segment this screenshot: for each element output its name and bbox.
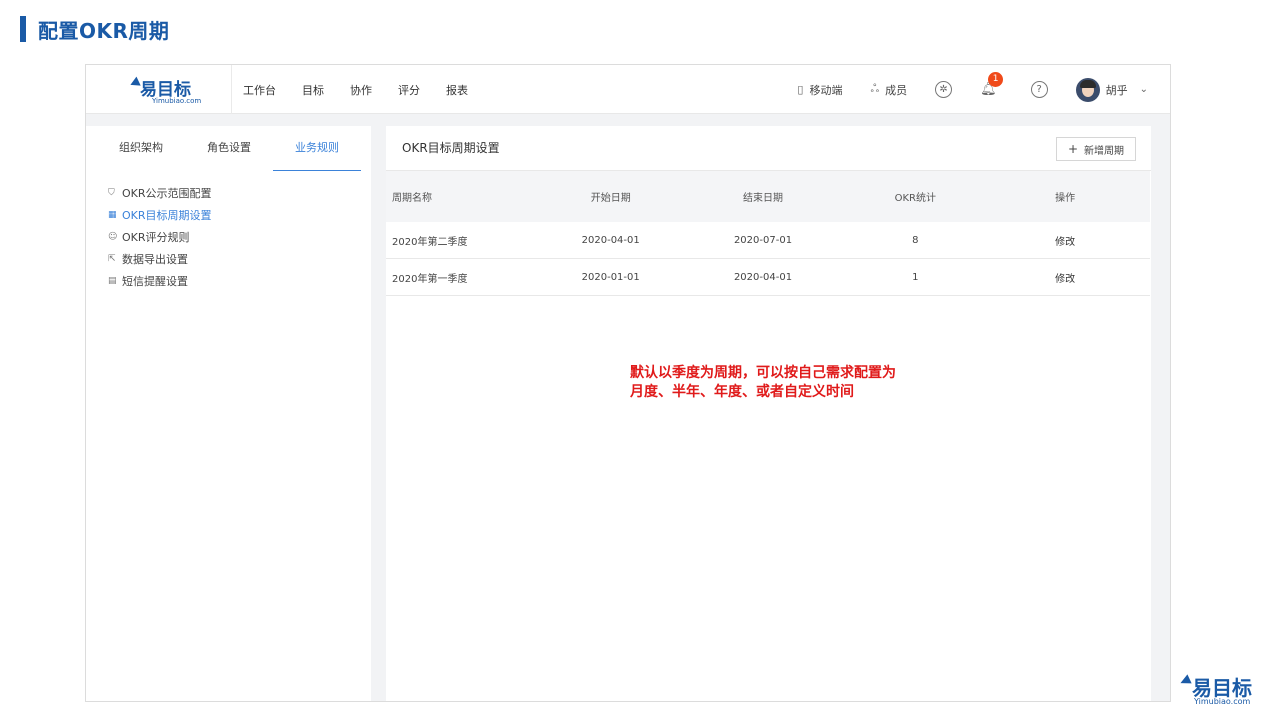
menu-item-label: 数据导出设置 — [122, 253, 188, 266]
logo-arrow-icon — [1178, 674, 1192, 688]
edit-link[interactable]: 修改 — [980, 233, 1150, 248]
slide-title-text: 配置OKR周期 — [38, 18, 170, 43]
shield-icon: ⛉ — [108, 188, 115, 198]
menu-item-okr-cycle[interactable]: ▦ OKR目标周期设置 — [108, 204, 212, 226]
nav-divider — [231, 65, 232, 114]
main-nav: 工作台 目标 协作 评分 报表 — [243, 65, 494, 114]
okr-count: 1 — [912, 271, 919, 283]
table-row: 2020年第一季度 2020-01-01 2020-04-01 1 修改 — [386, 259, 1150, 296]
help-icon: ? — [1030, 81, 1048, 98]
settings-tabs: 组织架构 角色设置 业务规则 — [86, 126, 371, 171]
tab-role-settings[interactable]: 角色设置 — [196, 126, 262, 171]
tab-business-rules[interactable]: 业务规则 — [273, 126, 361, 171]
panel-title: OKR目标周期设置 — [402, 141, 500, 155]
app-screenshot-frame: 易目标 Yimubiao.com 工作台 目标 协作 评分 报表 ▯ 移动端 ஃ… — [85, 64, 1171, 702]
menu-item-label: OKR评分规则 — [122, 231, 190, 244]
chevron-down-icon: ⌄ — [1139, 84, 1148, 95]
annotation-note: 默认以季度为周期，可以按自己需求配置为 月度、半年、年度、或者自定义时间 — [630, 364, 896, 402]
cycle-name: 2020年第一季度 — [392, 273, 468, 285]
logo-arrow-icon — [128, 76, 141, 90]
mobile-phone-icon: ▯ — [797, 83, 804, 96]
corner-logo: 易目标 Yimubiao.com — [1178, 672, 1270, 708]
aperture-icon: ✲ — [935, 81, 953, 98]
table-header: 周期名称 开始日期 结束日期 OKR统计 操作 — [386, 171, 1150, 222]
panel-header: OKR目标周期设置 + 新增周期 — [386, 126, 1151, 171]
plus-icon: + — [1067, 142, 1079, 156]
app-logo[interactable]: 易目标 Yimubiao.com — [128, 75, 220, 105]
nav-item-reports[interactable]: 报表 — [446, 82, 468, 98]
logo-en-text: Yimubiao.com — [152, 97, 202, 105]
nav-item-scoring[interactable]: 评分 — [398, 82, 420, 98]
menu-item-okr-visibility[interactable]: ⛉ OKR公示范围配置 — [108, 182, 212, 204]
mobile-link[interactable]: ▯ 移动端 — [797, 82, 842, 98]
table-row: 2020年第二季度 2020-04-01 2020-07-01 8 修改 — [386, 222, 1150, 259]
nav-item-collaboration[interactable]: 协作 — [350, 82, 372, 98]
column-header: 开始日期 — [590, 193, 631, 204]
menu-item-label: OKR目标周期设置 — [122, 209, 212, 222]
column-header: 操作 — [1055, 193, 1076, 204]
members-link[interactable]: ஃ 成员 — [870, 82, 907, 98]
notification-button[interactable]: 🔔︎ 1 — [980, 72, 1004, 97]
members-label: 成员 — [885, 83, 908, 97]
document-icon: ▤ — [108, 276, 117, 286]
nav-item-workbench[interactable]: 工作台 — [243, 82, 276, 98]
settings-sidebar: 组织架构 角色设置 业务规则 ⛉ OKR公示范围配置 ▦ OKR目标周期设置 ☺… — [86, 126, 371, 701]
user-menu[interactable]: 胡乎 ⌄ — [1075, 77, 1148, 102]
tab-org-structure[interactable]: 组织架构 — [108, 126, 174, 171]
okr-cycle-panel: OKR目标周期设置 + 新增周期 周期名称 开始日期 结束日期 OKR统计 操作… — [386, 126, 1151, 701]
okr-count: 8 — [912, 234, 919, 246]
user-name: 胡乎 — [1105, 83, 1128, 97]
annotation-line-2: 月度、半年、年度、或者自定义时间 — [630, 384, 854, 400]
start-date: 2020-01-01 — [581, 271, 640, 283]
menu-item-label: 短信提醒设置 — [122, 275, 188, 288]
menu-item-label: OKR公示范围配置 — [122, 187, 212, 200]
menu-item-okr-scoring[interactable]: ☺ OKR评分规则 — [108, 226, 212, 248]
slide-title: 配置OKR周期 — [20, 16, 170, 43]
cycle-name: 2020年第二季度 — [392, 236, 468, 248]
annotation-line-1: 默认以季度为周期，可以按自己需求配置为 — [630, 365, 896, 381]
aperture-button[interactable]: ✲ — [935, 81, 953, 98]
nav-item-goals[interactable]: 目标 — [302, 82, 324, 98]
nav-right-tools: ▯ 移动端 ஃ 成员 ✲ 🔔︎ 1 ? 胡乎 ⌄ — [769, 65, 1148, 114]
export-doc-icon: ⇱ — [108, 254, 116, 264]
cycle-table: 周期名称 开始日期 结束日期 OKR统计 操作 2020年第二季度 2020-0… — [386, 171, 1150, 296]
top-navigation-bar: 易目标 Yimubiao.com 工作台 目标 协作 评分 报表 ▯ 移动端 ஃ… — [86, 65, 1170, 114]
mobile-label: 移动端 — [809, 83, 843, 97]
rules-menu: ⛉ OKR公示范围配置 ▦ OKR目标周期设置 ☺ OKR评分规则 ⇱ 数据导出… — [108, 182, 212, 292]
column-header: OKR统计 — [894, 193, 936, 204]
end-date: 2020-04-01 — [733, 271, 793, 283]
end-date: 2020-07-01 — [733, 234, 793, 246]
column-header: 结束日期 — [743, 193, 783, 204]
corner-logo-en: Yimubiao.com — [1194, 697, 1251, 706]
user-group-icon: ☺ — [108, 232, 118, 242]
avatar — [1075, 77, 1100, 102]
edit-link[interactable]: 修改 — [980, 270, 1150, 285]
calendar-icon: ▦ — [108, 210, 117, 220]
add-cycle-label: 新增周期 — [1084, 145, 1125, 157]
add-cycle-button[interactable]: + 新增周期 — [1056, 137, 1136, 161]
column-header: 周期名称 — [392, 193, 432, 204]
menu-item-data-export[interactable]: ⇱ 数据导出设置 — [108, 248, 212, 270]
help-button[interactable]: ? — [1030, 81, 1048, 98]
menu-item-sms-reminder[interactable]: ▤ 短信提醒设置 — [108, 270, 212, 292]
start-date: 2020-04-01 — [581, 234, 640, 246]
notification-badge: 1 — [988, 72, 1004, 87]
members-icon: ஃ — [870, 82, 880, 95]
title-accent-bar — [20, 16, 26, 42]
